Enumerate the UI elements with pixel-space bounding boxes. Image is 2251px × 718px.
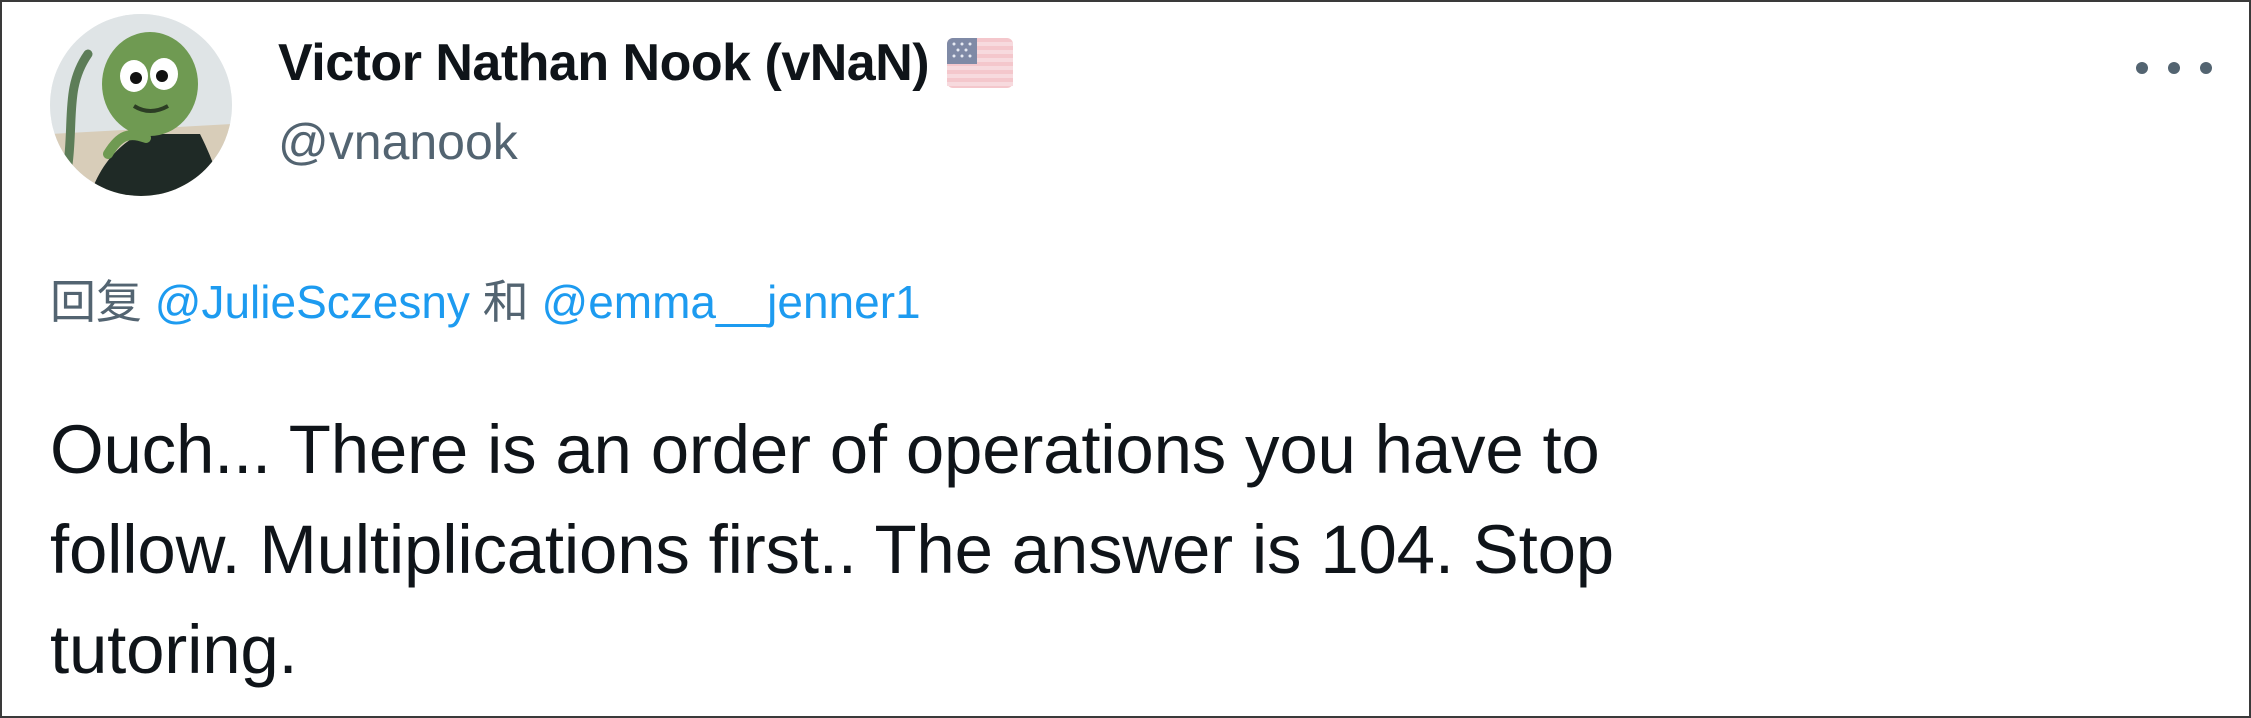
more-horizontal-icon (2136, 62, 2148, 74)
tweet-card: Victor Nathan Nook (vNaN) @vnanook 回复 @J… (0, 0, 2251, 718)
author-display-name[interactable]: Victor Nathan Nook (vNaN) (278, 33, 930, 93)
reply-mention-link[interactable]: @JulieSczesny (155, 276, 470, 328)
reply-joiner: 和 (482, 276, 529, 328)
more-horizontal-icon (2168, 62, 2180, 74)
author-handle[interactable]: @vnanook (278, 112, 518, 172)
reply-prefix: 回复 (50, 276, 142, 328)
us-flag-icon (947, 38, 1014, 88)
reply-mention-link[interactable]: @emma__jenner1 (542, 276, 921, 328)
author-name-row: Victor Nathan Nook (vNaN) (278, 28, 1014, 98)
tweet-text: Ouch... There is an order of operations … (50, 411, 1614, 688)
avatar[interactable] (50, 14, 232, 196)
reply-context: 回复 @JulieSczesny 和 @emma__jenner1 (50, 270, 921, 334)
avatar-image (50, 14, 232, 196)
more-horizontal-icon (2200, 62, 2212, 74)
more-options-button[interactable] (2136, 46, 2212, 90)
